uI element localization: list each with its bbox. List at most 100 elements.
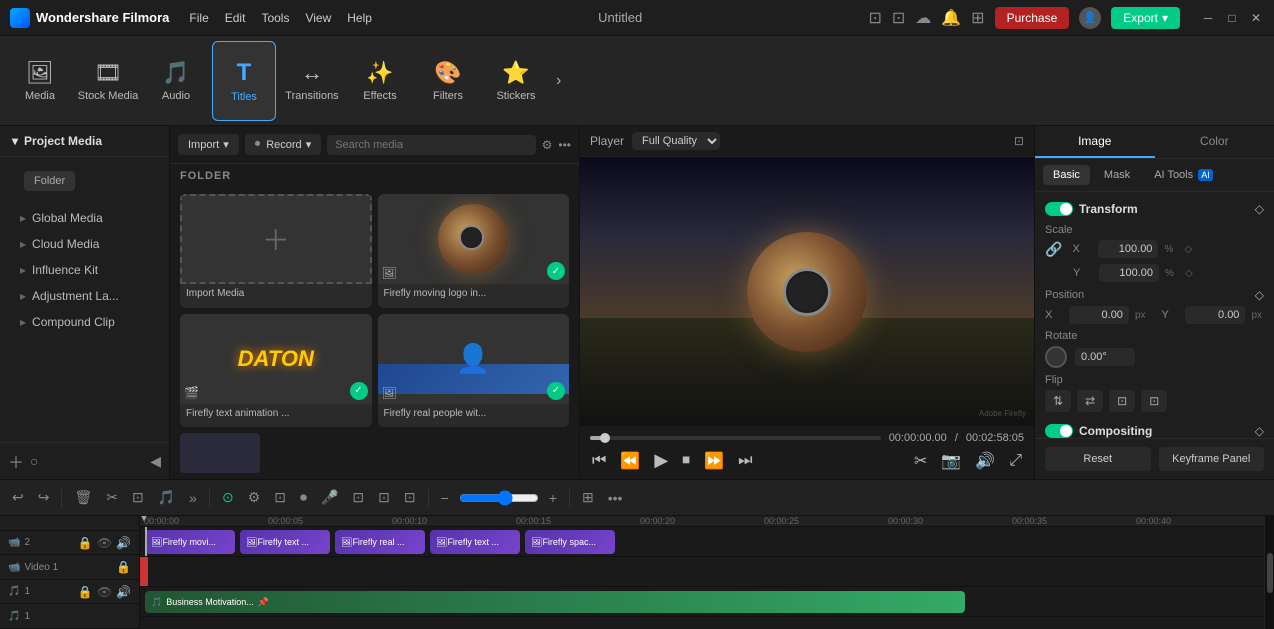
sidebar-item-compound-clip[interactable]: ▸ Compound Clip [0,309,169,335]
filter-icon[interactable]: ⚙ [542,138,553,152]
tab-color[interactable]: Color [1155,126,1274,158]
tool-stickers[interactable]: ⭐ Stickers [484,41,548,121]
zoom-slider[interactable] [459,490,539,506]
import-button[interactable]: Import ▾ [178,134,239,155]
export-dropdown-icon[interactable]: ▾ [1162,11,1168,25]
sub-tab-mask[interactable]: Mask [1094,165,1140,185]
media-card-firefly-moving[interactable]: 🖼 ✓ Firefly moving logo in... [378,194,570,308]
video2-eye-icon[interactable]: 👁 [97,536,112,550]
window-icon5[interactable]: ⊞ [971,8,984,28]
video1-lock-icon[interactable]: 🔒 [116,560,131,574]
progress-bar[interactable] [590,436,881,440]
window-icon1[interactable]: ⊡ [868,8,881,28]
tl-scene-detect-button[interactable]: ⊡ [374,487,394,508]
more-clip-1[interactable] [180,433,260,473]
audio1-eye-icon[interactable]: 👁 [97,585,112,599]
toolbar-more-button[interactable]: › [556,72,561,90]
flip-vertical-button[interactable]: ⇄ [1077,390,1103,412]
position-y-input[interactable] [1185,306,1245,324]
clip-firefly-text[interactable]: 🖼 Firefly text ... [240,530,330,554]
collapse-panel-button[interactable]: ◀ [150,453,161,470]
tl-crop-button[interactable]: ⊡ [128,487,148,508]
more-options-icon[interactable]: ••• [558,138,571,152]
minimize-button[interactable]: ─ [1200,10,1216,26]
camera-button[interactable]: 📷 [939,449,963,473]
flip-copy-button[interactable]: ⊡ [1109,390,1135,412]
flip-paste-button[interactable]: ⊡ [1141,390,1167,412]
clip-business-motivation[interactable]: 🎵 Business Motivation... 📌 [145,591,965,613]
record-button[interactable]: ⏺ Record ▾ [245,134,322,155]
window-icon4[interactable]: 🔔 [941,8,961,28]
tl-more-button[interactable]: » [185,488,201,508]
tl-redo-button[interactable]: ↪ [34,487,54,508]
sidebar-item-cloud-media[interactable]: ▸ Cloud Media [0,231,169,257]
sidebar-item-influence-kit[interactable]: ▸ Influence Kit [0,257,169,283]
stop-button[interactable]: ⏹ [680,450,692,472]
skip-forward-button[interactable]: ⏭ [736,450,754,472]
scrollbar-thumb[interactable] [1267,553,1273,593]
tl-split-audio-button[interactable]: ⊡ [348,487,368,508]
rotate-knob[interactable] [1045,346,1067,368]
tl-audio-button[interactable]: 🎵 [154,487,179,508]
maximize-button[interactable]: □ [1224,10,1240,26]
tl-link-button[interactable]: ⚙ [244,487,265,508]
scale-x-input[interactable] [1098,240,1158,258]
audio1-volume-icon[interactable]: 🔊 [116,585,131,599]
window-icon2[interactable]: ⊡ [892,8,905,28]
keyframe-panel-button[interactable]: Keyframe Panel [1159,447,1265,471]
reset-button[interactable]: Reset [1045,447,1151,471]
position-keyframe-icon[interactable]: ◇ [1255,288,1264,302]
fullscreen-button[interactable]: ⤢ [1007,450,1024,472]
scale-y-keyframe-icon[interactable]: ◇ [1185,268,1193,279]
folder-button[interactable]: Folder [24,171,75,191]
menu-edit[interactable]: Edit [225,11,246,25]
quality-select[interactable]: Full Quality [632,132,720,150]
video2-volume-icon[interactable]: 🔊 [116,536,131,550]
menu-help[interactable]: Help [347,11,372,25]
media-card-import[interactable]: ＋ Import Media [180,194,372,308]
tool-audio[interactable]: 🎵 Audio [144,41,208,121]
rotate-input[interactable] [1075,348,1135,366]
purchase-button[interactable]: Purchase [995,7,1070,29]
tab-image[interactable]: Image [1035,126,1155,158]
close-button[interactable]: ✕ [1248,10,1264,26]
scale-link-icon[interactable]: 🔗 [1045,241,1062,258]
tl-motion-button[interactable]: ⊡ [400,487,420,508]
tl-cut-button[interactable]: ✂ [102,487,122,508]
tl-settings-button[interactable]: ••• [604,488,627,508]
tl-voiceover-button[interactable]: 🎤 [317,487,342,508]
compositing-keyframe-icon[interactable]: ◇ [1255,424,1264,438]
add-track-button[interactable]: ＋ [8,449,24,473]
tl-zoom-in-button[interactable]: + [545,488,561,508]
scale-y-input[interactable] [1099,264,1159,282]
sub-tab-basic[interactable]: Basic [1043,165,1090,185]
volume-button[interactable]: 🔊 [973,449,997,473]
search-input[interactable] [327,135,535,155]
play-button[interactable]: ▶ [652,448,670,473]
track-options-button[interactable]: ○ [30,453,38,469]
compositing-toggle[interactable] [1045,424,1073,438]
prev-frame-button[interactable]: ⏪ [618,449,642,473]
tool-titles[interactable]: T Titles [212,41,276,121]
tool-filters[interactable]: 🎨 Filters [416,41,480,121]
video2-lock-icon[interactable]: 🔒 [78,536,93,550]
tl-delete-button[interactable]: 🗑 [70,487,96,508]
menu-tools[interactable]: Tools [261,11,289,25]
flip-horizontal-button[interactable]: ⇅ [1045,390,1071,412]
tl-grid-button[interactable]: ⊞ [578,487,598,508]
tool-media[interactable]: 🖼 Media [8,41,72,121]
scale-x-keyframe-icon[interactable]: ◇ [1184,244,1192,255]
export-button[interactable]: Export ▾ [1111,7,1180,29]
position-x-input[interactable] [1069,306,1129,324]
clip-firefly-movi[interactable]: 🖼 Firefly movi... [145,530,235,554]
tool-effects[interactable]: ✨ Effects [348,41,412,121]
menu-view[interactable]: View [305,11,331,25]
tl-snap-button[interactable]: ⊙ [218,487,238,508]
transform-toggle[interactable] [1045,202,1073,216]
audio1-lock-icon[interactable]: 🔒 [78,585,93,599]
sidebar-item-global-media[interactable]: ▸ Global Media [0,205,169,231]
media-card-firefly-real[interactable]: 👤 🖼 ✓ Firefly real people wit... [378,314,570,428]
clip-firefly-spac[interactable]: 🖼 Firefly spac... [525,530,615,554]
user-avatar[interactable]: 👤 [1079,7,1101,29]
import-media-thumb[interactable]: ＋ [180,194,372,284]
